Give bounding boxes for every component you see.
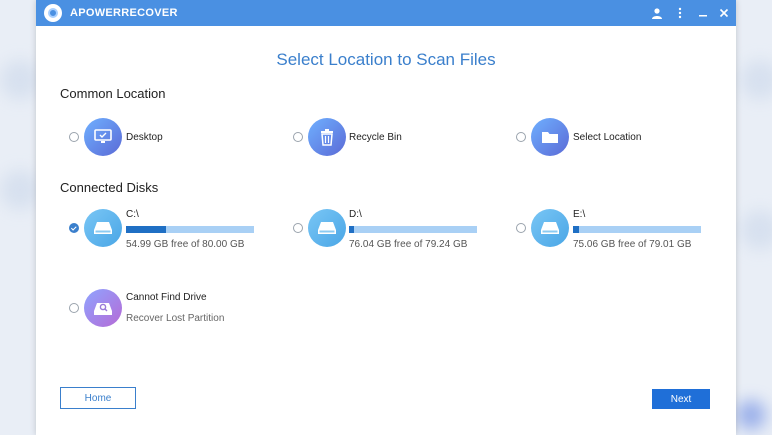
backdrop-blob	[736, 400, 766, 430]
more-vertical-icon[interactable]	[670, 3, 690, 23]
drive-icon	[308, 209, 346, 247]
recycle-bin-label: Recycle Bin	[349, 132, 402, 143]
drive-icon	[84, 209, 122, 247]
disk-c-free: 54.99 GB free of 80.00 GB	[126, 239, 245, 250]
disk-d-free: 76.04 GB free of 79.24 GB	[349, 239, 468, 250]
backdrop-blob	[740, 60, 772, 100]
next-button[interactable]: Next	[652, 389, 710, 409]
select-location-label: Select Location	[573, 132, 642, 143]
desktop-radio[interactable]	[69, 132, 79, 142]
disk-c-radio[interactable]	[69, 223, 79, 233]
folder-icon	[531, 118, 569, 156]
app-window: APOWERRECOVER Select Location to Scan Fi…	[36, 0, 736, 435]
recycle-bin-icon	[308, 118, 346, 156]
disk-c-usage-bar	[126, 226, 254, 233]
drive-icon	[531, 209, 569, 247]
disk-d-radio[interactable]	[293, 223, 303, 233]
desktop-icon	[84, 118, 122, 156]
backdrop-blob	[0, 170, 40, 210]
lost-partition-title: Cannot Find Drive	[126, 292, 207, 303]
app-logo-icon	[44, 4, 62, 22]
disk-e-usage-fill	[573, 226, 580, 233]
connected-disks-heading: Connected Disks	[60, 180, 159, 195]
title-bar: APOWERRECOVER	[36, 0, 736, 26]
drive-search-icon	[84, 289, 122, 327]
close-icon[interactable]	[714, 3, 734, 23]
disk-d-usage-bar	[349, 226, 477, 233]
desktop-label: Desktop	[126, 132, 163, 143]
home-button[interactable]: Home	[60, 387, 136, 409]
disk-e-radio[interactable]	[516, 223, 526, 233]
page-title: Select Location to Scan Files	[276, 50, 496, 69]
common-location-heading: Common Location	[60, 86, 166, 101]
disk-c-name: C:\	[126, 209, 139, 220]
select-location-radio[interactable]	[516, 132, 526, 142]
disk-e-usage-bar	[573, 226, 701, 233]
lost-partition-radio[interactable]	[69, 303, 79, 313]
user-icon[interactable]	[647, 3, 667, 23]
disk-e-name: E:\	[573, 209, 586, 220]
backdrop-blob	[740, 210, 772, 250]
backdrop-blob	[0, 60, 40, 100]
disk-e-free: 75.06 GB free of 79.01 GB	[573, 239, 692, 250]
disk-d-usage-fill	[349, 226, 355, 233]
app-title: APOWERRECOVER	[70, 7, 178, 19]
disk-c-usage-fill	[126, 226, 166, 233]
lost-partition-subtitle: Recover Lost Partition	[126, 313, 225, 324]
disk-d-name: D:\	[349, 209, 362, 220]
minimize-icon[interactable]	[693, 3, 713, 23]
recycle-bin-radio[interactable]	[293, 132, 303, 142]
